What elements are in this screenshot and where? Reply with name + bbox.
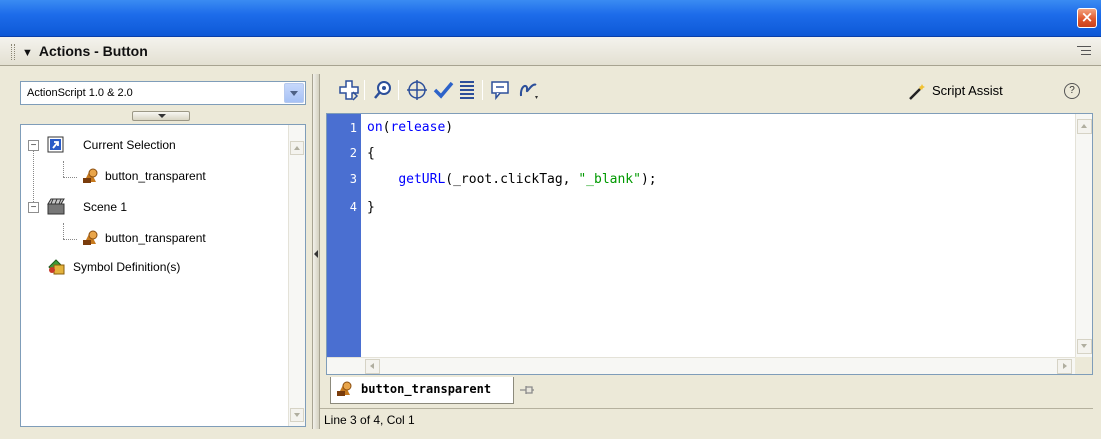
debug-options-icon[interactable] <box>518 79 540 101</box>
status-bar: Line 3 of 4, Col 1 <box>320 408 1093 430</box>
code-string: "_blank" <box>578 172 641 187</box>
tree-item-scene-1[interactable]: − Scene 1 <box>21 197 281 217</box>
panel-options-menu-icon[interactable] <box>1077 46 1091 58</box>
tree-item-symbol-definitions[interactable]: Symbol Definition(s) <box>21 257 281 277</box>
code-line-1[interactable]: on(release) <box>367 120 453 135</box>
tree-item-button-transparent[interactable]: button_transparent <box>21 166 281 186</box>
scroll-right-button[interactable] <box>1057 359 1072 374</box>
pin-script-icon[interactable] <box>519 382 535 398</box>
version-select-value: ActionScript 1.0 & 2.0 <box>27 87 133 99</box>
code-token: } <box>367 200 375 215</box>
panel-title-text: Actions - Button <box>38 43 148 59</box>
collapse-icon[interactable]: − <box>28 140 39 151</box>
tree-item-label: button_transparent <box>105 169 206 183</box>
scrollbar-corner <box>1075 357 1092 374</box>
line-number: 2 <box>349 146 357 160</box>
panel-collapse-divider[interactable] <box>312 74 320 429</box>
tree-item-current-selection[interactable]: − Current Selection <box>21 135 281 155</box>
line-number: 3 <box>349 172 357 186</box>
code-token: on <box>367 120 383 135</box>
tree-item-label: Current Selection <box>83 138 176 152</box>
code-token: ) <box>445 120 454 135</box>
scroll-left-button[interactable] <box>365 359 380 374</box>
script-assist-button[interactable]: Script Assist <box>908 80 1003 102</box>
tree-item-label: Scene 1 <box>83 200 128 214</box>
tab-button-transparent[interactable]: button_transparent <box>330 377 514 404</box>
help-icon[interactable]: ? <box>1064 83 1080 99</box>
tree-scrollbar[interactable] <box>288 125 305 426</box>
code-token: { <box>367 146 375 161</box>
collapse-icon[interactable]: − <box>28 202 39 213</box>
scroll-down-button[interactable] <box>290 408 304 422</box>
tree-item-button-transparent[interactable]: button_transparent <box>21 228 281 248</box>
code-token: getURL <box>398 172 446 187</box>
collapse-triangle-icon[interactable]: ▼ <box>22 47 33 59</box>
tree-item-label: Symbol Definition(s) <box>73 260 181 274</box>
code-line-2[interactable]: { <box>367 146 375 161</box>
tab-label: button_transparent <box>361 382 492 396</box>
cursor-position-text: Line 3 of 4, Col 1 <box>324 413 415 427</box>
toolbox-splitter-handle[interactable] <box>132 111 190 121</box>
insert-target-path-icon[interactable] <box>406 79 428 101</box>
panel-grip-icon[interactable] <box>11 44 15 60</box>
code-line-4[interactable]: } <box>367 200 375 215</box>
close-button[interactable]: × <box>1077 8 1097 28</box>
tree-item-label: button_transparent <box>105 231 206 245</box>
editor-horizontal-scrollbar[interactable] <box>327 357 1076 374</box>
find-icon[interactable] <box>372 79 394 101</box>
script-navigator-tree: − Current Selection button_transparent −… <box>20 124 306 427</box>
scroll-up-button[interactable] <box>290 141 304 155</box>
scroll-down-button[interactable] <box>1077 339 1092 354</box>
script-tab-strip: button_transparent <box>326 376 1093 406</box>
button-symbol-icon <box>83 230 98 245</box>
scroll-up-button[interactable] <box>1077 119 1092 134</box>
code-token: (_root.clickTag, <box>445 172 579 187</box>
chevron-down-icon[interactable] <box>284 83 304 103</box>
add-statement-icon[interactable] <box>338 79 360 101</box>
actionscript-version-select[interactable]: ActionScript 1.0 & 2.0 <box>20 81 306 105</box>
auto-format-icon[interactable] <box>456 79 478 101</box>
window-title-bar: × <box>0 0 1101 37</box>
current-selection-icon <box>47 136 64 153</box>
show-code-hint-icon[interactable] <box>490 79 512 101</box>
scene-icon <box>47 198 65 215</box>
panel-title[interactable]: ▼ Actions - Button <box>22 43 148 59</box>
button-symbol-icon <box>83 168 98 183</box>
script-editor[interactable]: 1 2 3 4 on(release) { getURL(_root.click… <box>326 113 1093 375</box>
line-number-gutter: 1 2 3 4 <box>327 114 361 374</box>
button-symbol-icon <box>337 381 352 396</box>
magic-wand-icon <box>909 83 925 100</box>
code-line-3[interactable]: getURL(_root.clickTag, "_blank"); <box>367 172 657 187</box>
code-token: release <box>390 120 446 135</box>
script-assist-label: Script Assist <box>932 83 1003 98</box>
line-number: 4 <box>349 200 357 214</box>
editor-vertical-scrollbar[interactable] <box>1075 114 1092 358</box>
symbol-definitions-icon <box>48 259 65 275</box>
code-token: ); <box>640 172 657 187</box>
check-syntax-icon[interactable] <box>432 79 454 101</box>
actions-panel-header[interactable]: ▼ Actions - Button <box>0 37 1101 66</box>
line-number: 1 <box>349 121 357 135</box>
